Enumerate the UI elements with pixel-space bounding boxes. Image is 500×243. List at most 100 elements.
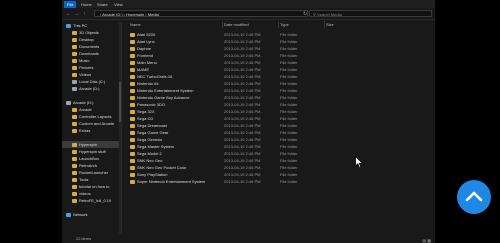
file-row[interactable]: Sega Master System 2013-04-19 2:46 PM File…: [130, 143, 430, 150]
file-row[interactable]: Sega CD 2013-04-19 2:46 PM File folder: [130, 115, 430, 122]
file-row[interactable]: Frontend 2013-04-19 2:46 PM File folder: [130, 52, 430, 59]
sidebar-item[interactable]: Arcade: [72, 106, 92, 113]
file-row[interactable]: Atari 5200 2013-04-19 2:46 PM File folder: [130, 31, 430, 38]
refresh-icon[interactable]: ↻: [303, 11, 307, 17]
file-row[interactable]: Daphne 2013-04-19 2:46 PM File folder: [130, 45, 430, 52]
sidebar-item[interactable]: 3D Objects: [72, 29, 99, 36]
file-name: Sega Dreamcast: [130, 122, 167, 129]
sidebar-item[interactable]: LaunchBox: [72, 155, 99, 162]
sidebar-item[interactable]: Hyperspin: [62, 141, 119, 148]
file-row[interactable]: Nintendo Entertainment System 2013-04-19 …: [130, 87, 430, 94]
folder-icon: [130, 165, 135, 170]
file-name: Main Menu: [130, 59, 157, 66]
sidebar-item[interactable]: Local Disk (C:): [72, 78, 105, 85]
view-toggle-icons[interactable]: ▤ ▦: [422, 236, 431, 243]
file-name-text: Sega Genesis: [137, 137, 163, 142]
sidebar-item[interactable]: Pictures: [72, 64, 93, 71]
sidebar-item-label: Downloads: [79, 51, 99, 56]
sidebar-item[interactable]: RetroFE_full_0.10: [72, 197, 111, 204]
file-name-text: MAME: [137, 67, 149, 72]
file-row[interactable]: Sega Model 2 2013-04-19 2:46 PM File folde…: [130, 150, 430, 157]
file-date: 2013-04-19 2:46 PM: [224, 95, 261, 100]
sidebar-item-label: Pictures: [79, 65, 94, 70]
file-row[interactable]: SNK Neo Geo Pocket Color 2013-04-19 2:46 …: [130, 164, 430, 171]
file-type: File folder: [280, 88, 298, 93]
forward-icon[interactable]: →: [74, 11, 79, 17]
path-input[interactable]: › Arcade (D:) › Hyperspin › Media: [94, 10, 308, 17]
tab-share[interactable]: Share: [94, 1, 111, 8]
sidebar-item[interactable]: tutorial on how to: [72, 183, 109, 190]
file-date: 2013-04-19 2:46 PM: [224, 46, 261, 51]
sidebar-item-label: tutorial on how to: [79, 184, 110, 189]
breadcrumb: › Arcade (D:) › Hyperspin › Media: [100, 12, 159, 17]
file-row[interactable]: Nintendo 64 2013-04-19 2:46 PM File folder: [130, 80, 430, 87]
pc-icon: [66, 23, 71, 28]
file-name-text: Sega Master System: [137, 144, 175, 149]
file-name: Sega Master System: [130, 143, 174, 150]
tab-file[interactable]: File: [64, 1, 77, 8]
sidebar-item[interactable]: Extras: [72, 127, 90, 134]
up-icon[interactable]: ↑: [83, 11, 86, 17]
column-header-name[interactable]: Name: [130, 21, 141, 28]
pane-divider[interactable]: [121, 22, 122, 234]
file-row[interactable]: Nintendo Game Boy Advance 2013-04-19 2:46…: [130, 94, 430, 101]
file-row[interactable]: Panasonic 3DO 2013-04-19 2:46 PM File fold…: [130, 101, 430, 108]
file-name: Panasonic 3DO: [130, 101, 165, 108]
tab-view[interactable]: View: [111, 1, 126, 8]
folder-icon: [72, 58, 77, 63]
file-name: Sega 32X: [130, 108, 155, 115]
file-name-text: Nintendo 64: [137, 81, 159, 86]
sidebar-item[interactable]: Downloads: [72, 50, 99, 57]
file-row[interactable]: Main Menu 2013-04-19 2:46 PM File folder: [130, 59, 430, 66]
column-header-date[interactable]: Date modified: [224, 21, 249, 28]
column-header-type[interactable]: Type: [280, 21, 289, 28]
file-date: 2013-04-19 2:46 PM: [224, 74, 261, 79]
sidebar-item[interactable]: Hyperspin stuff: [72, 148, 106, 155]
sidebar-item[interactable]: videos: [72, 190, 91, 197]
sidebar-item-label: Controller Layouts: [79, 114, 112, 119]
column-divider[interactable]: [278, 21, 279, 28]
column-divider[interactable]: [324, 21, 325, 28]
sidebar-item[interactable]: Custom and Arcade: [72, 120, 114, 127]
sidebar-item[interactable]: Tools: [72, 176, 88, 183]
sidebar-item[interactable]: Arcade (D:): [66, 99, 93, 106]
floating-action-button[interactable]: [457, 180, 491, 214]
file-date: 2013-04-19 2:46 PM: [224, 88, 261, 93]
sidebar-item[interactable]: This PC: [66, 22, 87, 29]
sidebar-item[interactable]: Videos: [72, 71, 91, 78]
file-row[interactable]: Sega 32X 2013-04-19 2:46 PM File folder: [130, 108, 430, 115]
column-header-size[interactable]: Size: [326, 21, 334, 28]
folder-icon: [72, 184, 77, 189]
file-row[interactable]: Sega Dreamcast 2013-04-19 2:46 PM File fol…: [130, 122, 430, 129]
sidebar-item[interactable]: Network: [66, 211, 88, 218]
folder-icon: [130, 88, 135, 93]
sidebar-item[interactable]: Arcade (D:): [72, 85, 99, 92]
sidebar-item[interactable]: Documents: [72, 43, 99, 50]
sidebar-item[interactable]: Music: [72, 57, 89, 64]
file-name: Nintendo Game Boy Advance: [130, 94, 189, 101]
file-row[interactable]: Sony PlayStation 2013-04-19 2:46 PM File f…: [130, 171, 430, 178]
sidebar-item-label: Hyperspin stuff: [79, 149, 106, 154]
file-row[interactable]: Sega Genesis 2013-04-19 2:46 PM File folde…: [130, 136, 430, 143]
file-row[interactable]: Sega Game Gear 2013-04-19 2:46 PM File fol…: [130, 129, 430, 136]
file-type: File folder: [280, 137, 298, 142]
sidebar-item[interactable]: Desktop: [72, 36, 94, 43]
file-row[interactable]: Atari Lynx 2013-04-19 2:46 PM File folder: [130, 38, 430, 45]
sidebar-item[interactable]: Controller Layouts: [72, 113, 111, 120]
search-input[interactable]: ⚲ Search Media: [309, 10, 432, 17]
file-type: File folder: [280, 130, 298, 135]
file-date: 2013-04-19 2:46 PM: [224, 109, 261, 114]
sidebar-item[interactable]: RocketLauncher: [72, 169, 108, 176]
file-date: 2013-04-19 2:46 PM: [224, 158, 261, 163]
file-row[interactable]: NEC TurboGrafx-16 2013-04-19 2:46 PM File …: [130, 73, 430, 80]
file-row[interactable]: SNK Neo Geo 2013-04-19 2:46 PM File folder: [130, 157, 430, 164]
file-row[interactable]: MAME 2013-04-19 2:46 PM File folder: [130, 66, 430, 73]
tab-home[interactable]: Home: [78, 1, 95, 8]
back-icon[interactable]: ←: [66, 11, 71, 17]
file-date: 2013-04-19 2:46 PM: [224, 81, 261, 86]
folder-icon: [130, 172, 135, 177]
sidebar-item[interactable]: RetroArch: [72, 162, 97, 169]
file-name: Frontend: [130, 52, 153, 59]
file-row[interactable]: Super Nintendo Entertainment System 2013-…: [130, 178, 430, 185]
column-divider[interactable]: [222, 21, 223, 28]
